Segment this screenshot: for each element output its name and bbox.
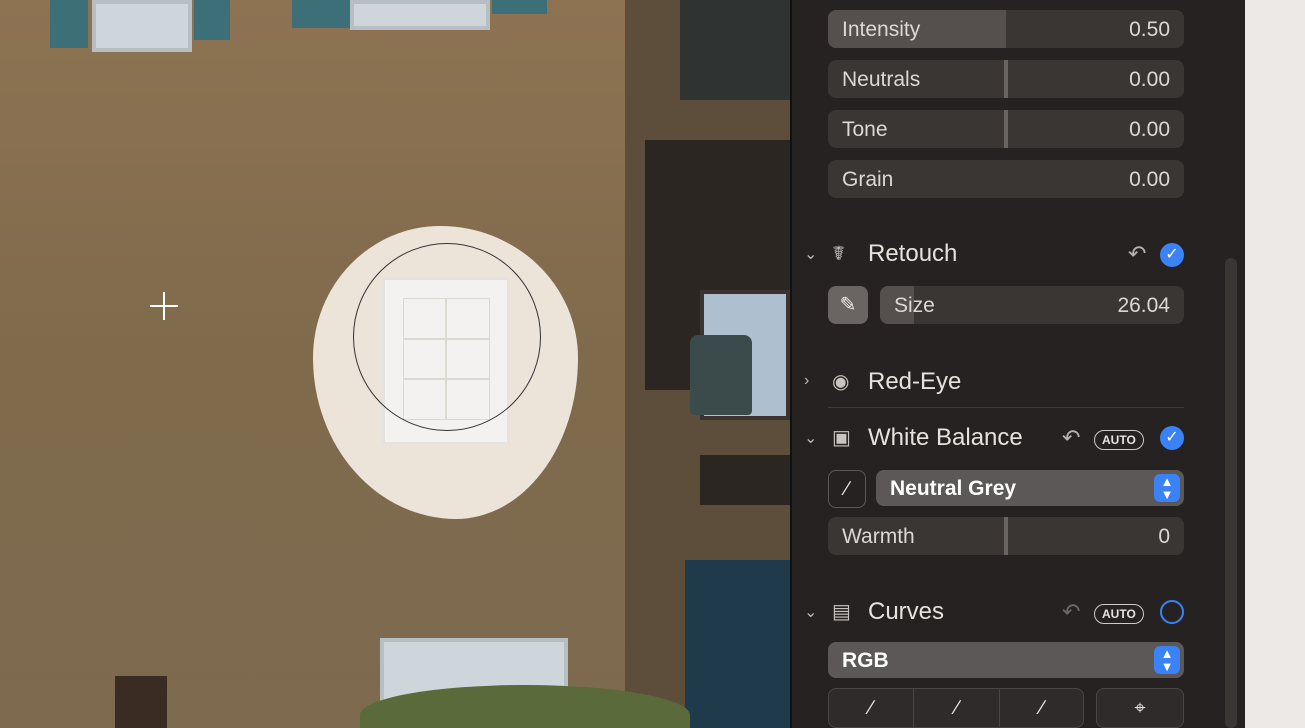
add-point-button[interactable]: ⌖ (1096, 688, 1184, 728)
redeye-section-header[interactable]: › ◉ Red-Eye (804, 364, 1194, 404)
window-shutter (194, 0, 230, 40)
slider-label: Warmth (842, 525, 915, 548)
neutrals-slider[interactable]: Neutrals 0.00 (828, 60, 1184, 98)
grey-point-eyedropper-icon[interactable]: ∕ (913, 689, 1000, 727)
brush-icon[interactable]: ✎ (828, 286, 868, 324)
white-balance-mode-select[interactable]: Neutral Grey ▲ ▼ (876, 470, 1184, 506)
slider-label: Intensity (842, 18, 921, 41)
slider-value: 0.00 (1129, 68, 1170, 91)
small-window (115, 676, 167, 728)
slider-label: Size (894, 294, 935, 317)
slider-thumb (1004, 110, 1008, 148)
slider-value: 0 (1158, 525, 1170, 548)
window-shutter (492, 0, 547, 14)
chevron-updown-icon: ▲ ▼ (1154, 646, 1180, 674)
window-shutter (292, 0, 352, 28)
curves-channel-select[interactable]: RGB ▲ ▼ (828, 642, 1184, 678)
auto-button[interactable]: AUTO (1094, 430, 1144, 450)
slider-value: 0.00 (1129, 118, 1170, 141)
black-point-eyedropper-icon[interactable]: ∕ (829, 689, 913, 727)
chevron-updown-icon: ▲ ▼ (1154, 474, 1180, 502)
white-balance-section-header[interactable]: ⌄ ▣ White Balance ↶ AUTO ✓ (804, 420, 1194, 460)
photo-canvas[interactable] (0, 0, 790, 728)
building-window (92, 0, 192, 52)
eyedropper-icon[interactable]: ∕ (828, 470, 866, 508)
disabled-circle-icon[interactable] (1160, 600, 1184, 624)
select-value: RGB (842, 649, 889, 672)
crosshair-cursor (150, 292, 178, 320)
bandage-icon: ☤ (832, 243, 846, 265)
slider-label: Neutrals (842, 68, 921, 91)
slider-thumb (1004, 60, 1008, 98)
wall-lamp (690, 335, 752, 415)
enabled-checkmark-icon[interactable]: ✓ (1160, 243, 1184, 267)
white-point-eyedropper-icon[interactable]: ∕ (999, 689, 1084, 727)
curves-section-header[interactable]: ⌄ ▤ Curves ↶ AUTO (804, 594, 1194, 634)
section-title: White Balance (868, 424, 1023, 451)
undo-icon[interactable]: ↶ (1128, 241, 1146, 267)
eyedropper-segmented-control: ∕ ∕ ∕ (828, 688, 1084, 728)
doorway (685, 560, 790, 728)
tone-slider[interactable]: Tone 0.00 (828, 110, 1184, 148)
eye-slash-icon: ◉ (832, 371, 850, 393)
section-title: Retouch (868, 240, 958, 267)
balcony (700, 455, 790, 505)
panel-scrollbar[interactable] (1225, 258, 1237, 728)
section-title: Red-Eye (868, 368, 962, 395)
balcony (680, 0, 790, 100)
grain-slider[interactable]: Grain 0.00 (828, 160, 1184, 198)
intensity-slider[interactable]: Intensity 0.50 (828, 10, 1184, 48)
chevron-down-icon[interactable]: ⌄ (804, 428, 820, 447)
warmth-slider[interactable]: Warmth 0 (828, 517, 1184, 555)
slider-label: Grain (842, 168, 894, 191)
auto-button[interactable]: AUTO (1094, 604, 1144, 624)
enabled-checkmark-icon[interactable]: ✓ (1160, 426, 1184, 450)
window-background (1245, 0, 1305, 728)
retouch-brush-cursor (353, 243, 541, 431)
white-balance-icon: ▣ (832, 427, 851, 449)
slider-value: 0.00 (1129, 168, 1170, 191)
slider-label: Tone (842, 118, 888, 141)
adjust-panel: Intensity 0.50 Neutrals 0.00 Tone 0.00 G… (790, 0, 1245, 728)
building-window (350, 0, 490, 30)
size-slider[interactable]: Size 26.04 (880, 286, 1184, 324)
select-value: Neutral Grey (890, 477, 1017, 500)
chevron-down-icon[interactable]: ⌄ (804, 602, 820, 621)
slider-value: 26.04 (1117, 294, 1170, 317)
chevron-down-icon[interactable]: ⌄ (804, 244, 820, 263)
crosshair-icon: ⌖ (1134, 697, 1146, 719)
undo-icon[interactable]: ↶ (1062, 599, 1080, 625)
section-title: Curves (868, 598, 945, 625)
slider-value: 0.50 (1129, 18, 1170, 41)
curves-icon: ▤ (832, 601, 851, 623)
chevron-right-icon[interactable]: › (804, 372, 820, 389)
undo-icon[interactable]: ↶ (1062, 425, 1080, 451)
slider-thumb (1004, 517, 1008, 555)
divider (828, 407, 1184, 408)
retouch-section-header[interactable]: ⌄ ☤ Retouch ↶ ✓ (804, 236, 1194, 276)
window-shutter (50, 0, 88, 48)
